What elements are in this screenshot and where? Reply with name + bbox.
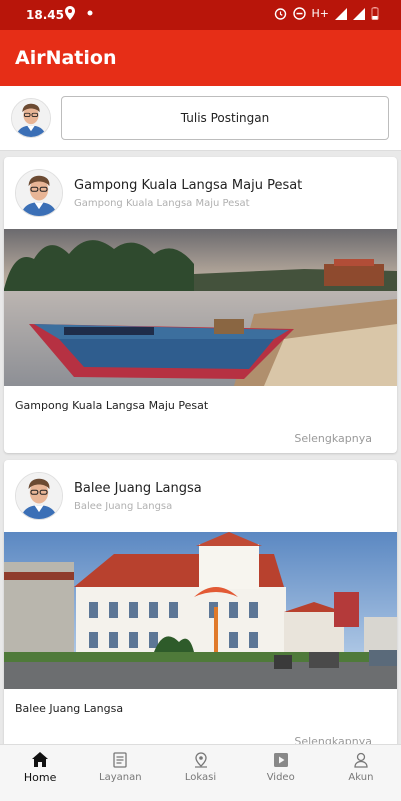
avatar-person-icon: [16, 170, 62, 216]
notification-dot-icon: [87, 10, 93, 16]
location-icon: [194, 752, 207, 768]
signal-icon: [335, 7, 347, 20]
bottom-navigation: Home Layanan Lokasi Video Akun: [0, 744, 401, 801]
nav-label: Video: [266, 772, 295, 783]
nav-label: Home: [23, 771, 57, 784]
network-type: H+: [311, 7, 330, 20]
post-caption: Balee Juang Langsa: [15, 702, 124, 715]
alarm-icon: [274, 8, 286, 20]
post-card: Gampong Kuala Langsa Maju Pesat Gampong …: [4, 157, 397, 453]
post-image-boat[interactable]: [4, 229, 397, 386]
status-bar: 18.45 H+: [0, 0, 401, 30]
avatar-person-icon: [16, 473, 62, 519]
status-time: 18.45: [26, 8, 64, 22]
post-caption: Gampong Kuala Langsa Maju Pesat: [15, 399, 209, 412]
post-author-subtitle: Gampong Kuala Langsa Maju Pesat: [74, 198, 250, 209]
person-icon: [354, 752, 368, 768]
nav-item-akun[interactable]: Akun: [321, 745, 401, 801]
post-author-avatar[interactable]: [15, 472, 63, 520]
avatar-person-icon: [12, 99, 50, 137]
app-title: AirNation: [15, 47, 117, 69]
post-author-avatar[interactable]: [15, 169, 63, 217]
compose-row: Tulis Postingan: [0, 86, 401, 151]
battery-icon: [371, 7, 379, 20]
write-post-button[interactable]: Tulis Postingan: [61, 96, 389, 140]
read-more-link[interactable]: Selengkapnya: [294, 432, 372, 445]
nav-label: Akun: [348, 772, 374, 783]
nav-item-home[interactable]: Home: [0, 745, 80, 801]
signal-2-icon: [353, 7, 365, 20]
nav-item-video[interactable]: Video: [241, 745, 321, 801]
post-image-building[interactable]: [4, 532, 397, 689]
user-avatar[interactable]: [11, 98, 51, 138]
home-icon: [32, 752, 49, 767]
app-bar: AirNation: [0, 30, 401, 86]
nav-item-layanan[interactable]: Layanan: [80, 745, 160, 801]
post-author-subtitle: Balee Juang Langsa: [74, 501, 173, 512]
nav-item-lokasi[interactable]: Lokasi: [160, 745, 240, 801]
play-icon: [273, 753, 288, 767]
post-card: Balee Juang Langsa Balee Juang Langsa Ba…: [4, 460, 397, 760]
post-author-name[interactable]: Balee Juang Langsa: [74, 481, 202, 496]
do-not-disturb-icon: [292, 7, 306, 20]
nav-label: Layanan: [99, 772, 142, 783]
location-pin-icon: [65, 6, 75, 20]
document-icon: [113, 752, 127, 768]
post-author-name[interactable]: Gampong Kuala Langsa Maju Pesat: [74, 178, 302, 193]
nav-label: Lokasi: [184, 772, 217, 783]
